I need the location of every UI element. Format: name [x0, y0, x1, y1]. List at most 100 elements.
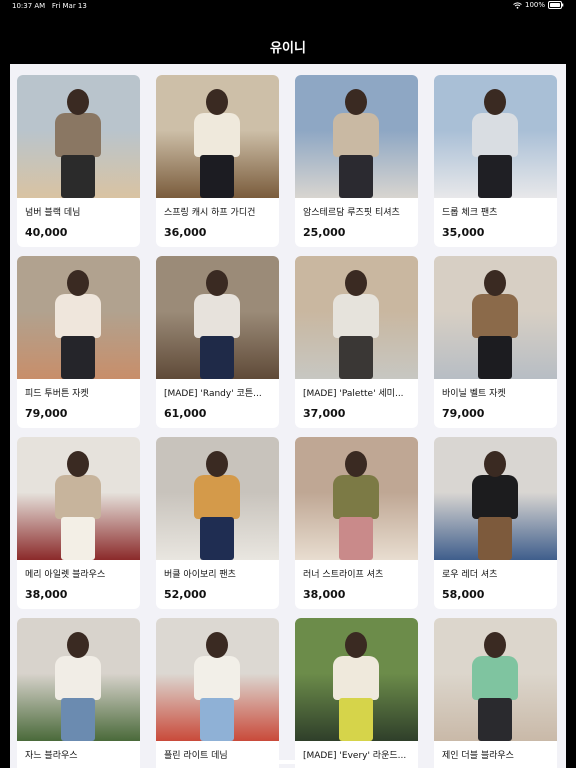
product-card[interactable]: 메리 아일렛 블라우스 38,000 — [17, 437, 140, 609]
product-card[interactable]: [MADE] 'Palette' 세미... 37,000 — [295, 256, 418, 428]
product-photo[interactable] — [156, 618, 279, 741]
product-card[interactable]: 바이닐 벨트 자켓 79,000 — [434, 256, 557, 428]
product-card[interactable]: 플린 라이트 데님 — [156, 618, 279, 768]
product-name: 넘버 블랙 데님 — [25, 208, 81, 218]
product-list[interactable]: 넘버 블랙 데님 40,000 스프링 캐시 하프 가디건 36,000 암스테르담 루… — [10, 64, 566, 768]
product-photo[interactable] — [434, 437, 557, 560]
model-top-shape — [55, 113, 101, 157]
product-card[interactable]: 스프링 캐시 하프 가디건 36,000 — [156, 75, 279, 247]
product-name: [MADE] 'Palette' 세미... — [303, 389, 404, 399]
product-photo[interactable] — [295, 256, 418, 379]
product-photo[interactable] — [295, 618, 418, 741]
model-top-shape — [194, 294, 240, 338]
model-head-shape — [345, 632, 367, 658]
product-card[interactable]: 암스테르담 루즈핏 티셔츠 25,000 — [295, 75, 418, 247]
model-bottom-shape — [61, 517, 95, 560]
model-top-shape — [472, 656, 518, 700]
product-name: 제인 더블 블라우스 — [442, 751, 514, 761]
product-photo[interactable] — [17, 256, 140, 379]
model-top-shape — [333, 656, 379, 700]
product-name: 러너 스트라이프 셔츠 — [303, 570, 384, 580]
product-photo[interactable] — [17, 437, 140, 560]
model-top-shape — [333, 475, 379, 519]
product-grid: 넘버 블랙 데님 40,000 스프링 캐시 하프 가디건 36,000 암스테르담 루… — [17, 75, 557, 768]
model-bottom-shape — [478, 336, 512, 379]
product-photo[interactable] — [434, 618, 557, 741]
model-bottom-shape — [200, 698, 234, 741]
product-card[interactable]: 드롭 체크 팬츠 35,000 — [434, 75, 557, 247]
product-card[interactable]: 로우 레더 셔츠 58,000 — [434, 437, 557, 609]
model-head-shape — [206, 270, 228, 296]
product-card[interactable]: 피드 투버튼 자켓 79,000 — [17, 256, 140, 428]
navigation-bar: 유이니 — [0, 30, 576, 60]
home-indicator[interactable] — [200, 760, 376, 764]
product-name: 메리 아일렛 블라우스 — [25, 570, 106, 580]
product-card[interactable]: 넘버 블랙 데님 40,000 — [17, 75, 140, 247]
product-photo[interactable] — [156, 437, 279, 560]
battery-percent: 100% — [524, 1, 545, 9]
model-bottom-shape — [61, 698, 95, 741]
product-card[interactable]: 제인 더블 블라우스 — [434, 618, 557, 768]
product-photo[interactable] — [434, 256, 557, 379]
model-top-shape — [472, 113, 518, 157]
model-bottom-shape — [339, 698, 373, 741]
status-clock: 10:37 AM — [12, 2, 46, 10]
page-title: 유이니 — [270, 41, 306, 56]
model-top-shape — [472, 294, 518, 338]
model-head-shape — [484, 89, 506, 115]
product-card[interactable]: 버클 아이보리 팬츠 52,000 — [156, 437, 279, 609]
product-card[interactable]: 러너 스트라이프 셔츠 38,000 — [295, 437, 418, 609]
product-name: 피드 투버튼 자켓 — [25, 389, 89, 399]
battery-icon — [548, 1, 564, 9]
status-indicators: 100% — [513, 1, 564, 9]
model-bottom-shape — [478, 698, 512, 741]
status-time: 10:37 AM Fri Mar 13 — [12, 2, 87, 10]
product-name: 암스테르담 루즈핏 티셔츠 — [303, 208, 400, 218]
product-card[interactable]: [MADE] 'Every' 라운드... — [295, 618, 418, 768]
product-price: 25,000 — [303, 226, 346, 239]
model-top-shape — [333, 294, 379, 338]
model-top-shape — [55, 656, 101, 700]
model-bottom-shape — [200, 517, 234, 560]
product-photo[interactable] — [17, 75, 140, 198]
model-head-shape — [206, 451, 228, 477]
model-bottom-shape — [478, 155, 512, 198]
product-price: 79,000 — [25, 407, 68, 420]
product-name: 바이닐 벨트 자켓 — [442, 389, 506, 399]
model-top-shape — [55, 294, 101, 338]
product-photo[interactable] — [156, 75, 279, 198]
model-head-shape — [484, 270, 506, 296]
product-price: 35,000 — [442, 226, 485, 239]
model-bottom-shape — [200, 155, 234, 198]
product-photo[interactable] — [156, 256, 279, 379]
model-top-shape — [194, 656, 240, 700]
model-top-shape — [333, 113, 379, 157]
product-price: 58,000 — [442, 588, 485, 601]
product-name: 자느 블라우스 — [25, 751, 78, 761]
product-photo[interactable] — [434, 75, 557, 198]
model-bottom-shape — [339, 336, 373, 379]
status-bar: 10:37 AM Fri Mar 13 100% — [0, 0, 576, 12]
model-bottom-shape — [200, 336, 234, 379]
product-name: 로우 레더 셔츠 — [442, 570, 498, 580]
product-photo[interactable] — [295, 75, 418, 198]
model-head-shape — [67, 270, 89, 296]
model-bottom-shape — [478, 517, 512, 560]
product-photo[interactable] — [17, 618, 140, 741]
product-price: 61,000 — [164, 407, 207, 420]
model-bottom-shape — [339, 155, 373, 198]
product-photo[interactable] — [295, 437, 418, 560]
wifi-icon — [513, 1, 522, 9]
product-price: 37,000 — [303, 407, 346, 420]
model-head-shape — [484, 632, 506, 658]
product-price: 40,000 — [25, 226, 68, 239]
product-name: [MADE] 'Randy' 코튼... — [164, 389, 262, 399]
model-head-shape — [345, 270, 367, 296]
product-price: 52,000 — [164, 588, 207, 601]
model-top-shape — [472, 475, 518, 519]
model-head-shape — [67, 451, 89, 477]
product-price: 38,000 — [303, 588, 346, 601]
product-name: 드롭 체크 팬츠 — [442, 208, 498, 218]
product-card[interactable]: [MADE] 'Randy' 코튼... 61,000 — [156, 256, 279, 428]
product-card[interactable]: 자느 블라우스 — [17, 618, 140, 768]
